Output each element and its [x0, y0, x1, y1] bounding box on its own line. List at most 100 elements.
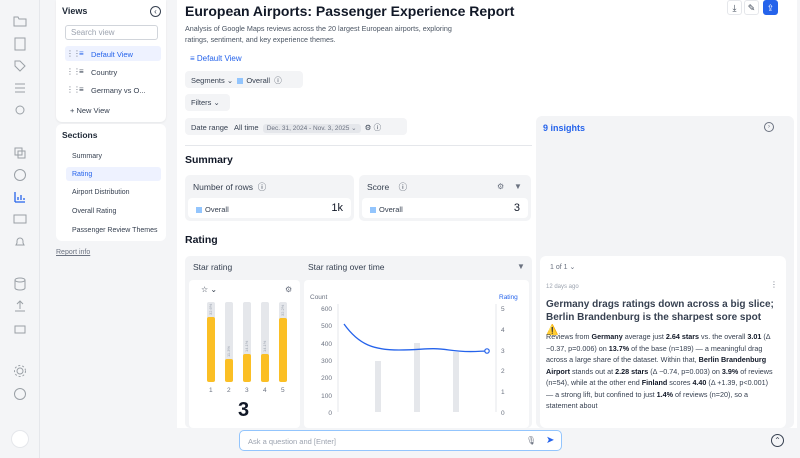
drag-handle-icon[interactable]: ⋮⋮: [66, 67, 81, 76]
section-passenger-themes[interactable]: Passenger Review Themes: [66, 223, 161, 237]
scroll-up-icon[interactable]: ⌃: [771, 434, 784, 447]
date-mode[interactable]: All time: [234, 123, 259, 132]
info-icon[interactable]: [13, 387, 27, 401]
filters-dropdown[interactable]: Filters ⌄: [185, 94, 230, 111]
video-icon[interactable]: [13, 212, 27, 226]
insight-age: 12 days ago: [546, 284, 579, 290]
info-icon[interactable]: ⓘ: [399, 182, 408, 192]
bar-value-label: 11.3%: [226, 346, 231, 358]
edit-icon[interactable]: ✎: [744, 0, 759, 15]
star-rating-tile: ☆ ⌄ ⚙ 32.6% 11.3% 14.1% 14.1% 32.2% 1 2 3 4 …: [189, 280, 300, 428]
star-rating-label: Star rating: [193, 262, 233, 272]
divider: [185, 145, 532, 146]
big-rating-value: 3: [238, 399, 250, 421]
section-overall-rating[interactable]: Overall Rating: [66, 204, 161, 218]
segments-dropdown[interactable]: Segments ⌄: [191, 76, 233, 85]
section-airport-distribution[interactable]: Airport Distribution: [66, 185, 161, 199]
report-info-link[interactable]: Report info: [56, 249, 90, 256]
tick-label: 1: [209, 387, 213, 394]
drag-handle-icon[interactable]: ⋮⋮: [66, 85, 81, 94]
rating-bar-2[interactable]: [225, 359, 233, 382]
help-icon[interactable]: [13, 168, 27, 182]
date-range-picker[interactable]: Dec. 31, 2024 - Nov. 3, 2025 ⌄: [262, 124, 361, 133]
chat-icon[interactable]: [11, 430, 29, 448]
count-bar: [453, 352, 459, 412]
list-icon[interactable]: [13, 81, 27, 95]
share-icon[interactable]: ⇪: [763, 0, 778, 15]
insight-body: Reviews from Germany average just 2.64 s…: [546, 332, 773, 410]
score-value: 3: [513, 202, 520, 214]
view-item-default[interactable]: ⋮⋮ ≡ Default View: [65, 46, 161, 61]
chart-icon[interactable]: [7, 186, 33, 208]
insight-pager[interactable]: 1 of 1 ⌄: [550, 263, 575, 271]
info-icon[interactable]: ⓘ: [274, 76, 282, 85]
views-title: Views: [62, 6, 88, 16]
bar-value-label: 32.6%: [208, 303, 213, 315]
summary-heading: Summary: [185, 154, 233, 166]
chevron-right-icon[interactable]: ›: [764, 122, 774, 132]
ask-input[interactable]: Ask a question and [Enter] 🎙 ➤: [239, 430, 562, 451]
tag-icon[interactable]: [13, 59, 27, 73]
bar-value-label: 14.1%: [262, 340, 267, 352]
rating-over-time-plot: [337, 304, 497, 412]
upload-icon[interactable]: [13, 299, 27, 313]
series-swatch: [237, 78, 244, 85]
segments-bar: Segments ⌄ Overall ⓘ: [185, 71, 303, 88]
default-view-link[interactable]: ≡ Default View: [190, 54, 242, 63]
more-icon[interactable]: ⋮: [770, 280, 778, 289]
bell-icon[interactable]: [13, 235, 27, 249]
info-icon[interactable]: ⓘ: [374, 123, 382, 132]
view-item-country[interactable]: ⋮⋮ ≡ Country: [65, 64, 161, 79]
document-icon[interactable]: [13, 37, 27, 51]
tick-label: 4: [263, 387, 267, 394]
rows-card: Number of rows ⓘ Overall 1k: [185, 175, 354, 221]
report-title: European Airports: Passenger Experience …: [185, 3, 515, 19]
date-range-label: Date range: [191, 123, 229, 132]
gift-icon[interactable]: [13, 321, 27, 335]
rows-label: Number of rows ⓘ: [193, 182, 267, 192]
rows-value: 1k: [331, 202, 343, 214]
score-card: Score ⓘ ⚙ ▼ Overall 3: [359, 175, 531, 221]
rating-point[interactable]: [484, 348, 490, 354]
send-icon[interactable]: ➤: [546, 435, 554, 446]
star-icon[interactable]: ☆ ⌄: [201, 285, 217, 294]
insights-title[interactable]: 9 insights: [543, 123, 585, 133]
segment-overall[interactable]: Overall: [246, 76, 270, 85]
rating-bar-4[interactable]: [261, 353, 269, 382]
filter-icon[interactable]: ▼: [514, 182, 522, 191]
settings-icon[interactable]: ⚙: [365, 123, 372, 132]
collapse-panel-icon[interactable]: ‹: [150, 6, 161, 17]
view-item-germany[interactable]: ⋮⋮ ≡ Germany vs O...: [65, 82, 161, 97]
info-icon[interactable]: ⓘ: [258, 182, 267, 192]
folder-icon[interactable]: [13, 14, 27, 28]
series-label: Overall: [379, 205, 403, 214]
microphone-icon[interactable]: 🎙: [526, 436, 536, 445]
views-panel: Views ‹ Search view ⋮⋮ ≡ Default View ⋮⋮ ≡ C…: [56, 0, 166, 122]
report-subtitle: Analysis of Google Maps reviews across t…: [185, 24, 452, 44]
section-summary[interactable]: Summary: [66, 149, 161, 163]
insight-card: 1 of 1 ⌄ ⋮ 12 days ago Germany drags rat…: [540, 256, 786, 428]
rating-bar-3[interactable]: [243, 353, 251, 382]
rating-card: Star rating Star rating over time ▼ ☆ ⌄ …: [185, 256, 532, 428]
stack-icon: ≡: [190, 54, 197, 63]
bar-value-label: 14.1%: [244, 340, 249, 352]
rows-tile: Overall 1k: [188, 198, 351, 218]
rating-bar-5[interactable]: [279, 317, 287, 382]
insights-panel: 9 insights › 1 of 1 ⌄ ⋮ 12 days ago Germ…: [536, 116, 794, 428]
settings-cog-icon[interactable]: [13, 103, 27, 117]
tick-label: 2: [227, 387, 231, 394]
filter-icon[interactable]: ▼: [517, 262, 525, 271]
settings-icon[interactable]: ⚙: [497, 182, 504, 191]
settings-icon[interactable]: ⚙: [285, 285, 292, 294]
count-bar: [414, 343, 420, 412]
rating-bar-1[interactable]: [207, 316, 215, 382]
section-rating[interactable]: Rating: [66, 167, 161, 181]
database-icon[interactable]: [13, 277, 27, 291]
download-icon[interactable]: ⤓: [727, 0, 742, 15]
drag-handle-icon[interactable]: ⋮⋮: [66, 49, 81, 58]
new-view-button[interactable]: + New View: [70, 106, 110, 115]
search-view-input[interactable]: Search view: [65, 25, 158, 40]
layers-icon[interactable]: [13, 146, 27, 160]
series-swatch: [370, 207, 376, 214]
gear-icon[interactable]: [13, 364, 27, 378]
